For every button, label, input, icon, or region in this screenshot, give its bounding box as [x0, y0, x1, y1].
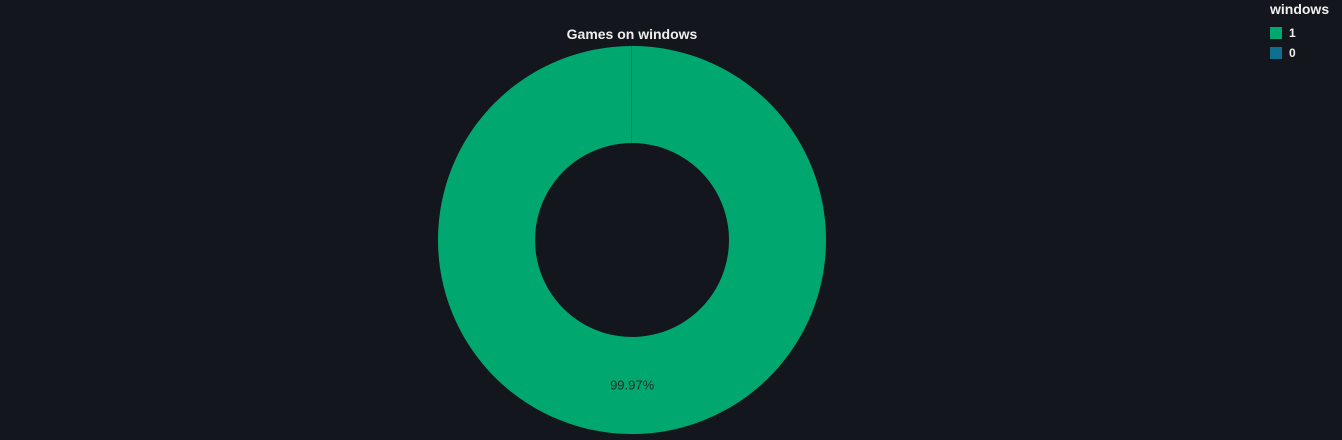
- slice-labels-group: 99.97%: [610, 377, 655, 392]
- legend-label-0: 0: [1289, 46, 1296, 60]
- legend-item-1[interactable]: 1: [1270, 23, 1329, 43]
- legend: windows 1 0: [1270, 1, 1329, 63]
- legend-item-0[interactable]: 0: [1270, 43, 1329, 63]
- slices-group: [437, 46, 826, 434]
- legend-swatch-1: [1270, 27, 1282, 39]
- legend-title: windows: [1270, 1, 1330, 17]
- slice-label-1: 99.97%: [610, 377, 655, 392]
- legend-label-1: 1: [1289, 26, 1296, 40]
- legend-swatch-0: [1270, 47, 1282, 59]
- donut-chart: 99.97%: [437, 46, 826, 434]
